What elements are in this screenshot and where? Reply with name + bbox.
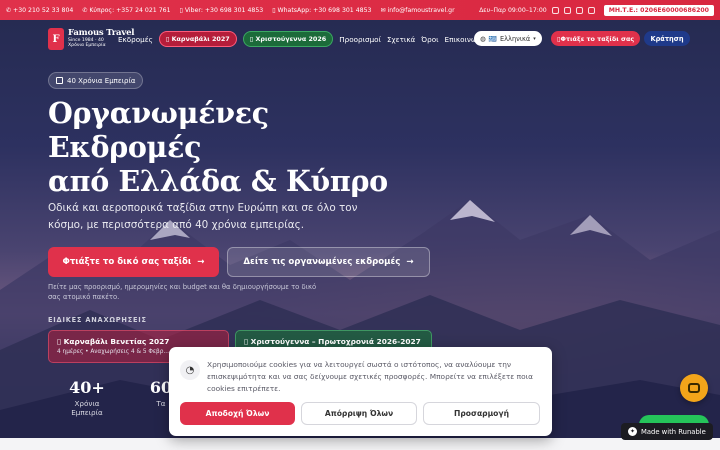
language-selector[interactable]: ◍ 🇬🇷 Ελληνικά ▾ (474, 31, 542, 46)
mail-icon: ✉ (380, 6, 386, 14)
tiktok-icon[interactable] (587, 6, 595, 14)
logo-mark: F (48, 28, 64, 50)
phone-icon: ✆ (6, 6, 12, 14)
reject-all-cookies-button[interactable]: Απόρριψη Όλων (301, 402, 417, 425)
chevron-down-icon: ▾ (533, 35, 536, 42)
globe-icon: ◍ (480, 34, 486, 43)
cookie-text: Χρησιμοποιούμε cookies για να λειτουργεί… (207, 360, 533, 393)
nav-destinations[interactable]: Προορισμοί (339, 35, 381, 44)
gemi-number: ΜΗ.Τ.Ε.: 0206Ε60000686200 (603, 4, 714, 16)
nav-excursions[interactable]: Εκδρομές (118, 35, 153, 44)
viber-contact[interactable]: ▯ Viber: +30 698 301 4853 (180, 7, 264, 14)
accept-all-cookies-button[interactable]: Αποδοχή Όλων (180, 402, 295, 425)
view-excursions-button[interactable]: Δείτε τις οργανωμένες εκδρομές → (227, 247, 430, 277)
greek-flag-icon: 🇬🇷 (488, 34, 497, 43)
shield-icon (56, 77, 63, 84)
whatsapp-icon: ▯ (272, 6, 276, 14)
design-trip-button[interactable]: ▯ Φτιάξε το ταξίδι σας (551, 31, 641, 46)
main-nav: Εκδρομές ▯ Καρναβάλι 2027 ▯ Χριστούγεννα… (118, 31, 488, 47)
chatbot-button[interactable] (680, 374, 708, 402)
cyprus-contact[interactable]: ✆ Κύπρος: +357 24 021 761 (82, 7, 170, 14)
language-label: Ελληνικά (499, 34, 531, 43)
phone-contact[interactable]: ✆ +30 210 52 33 804 (6, 7, 73, 14)
email-contact[interactable]: ✉ info@famoustravel.gr (380, 7, 454, 14)
nav-about[interactable]: Σχετικά (387, 35, 415, 44)
viber-icon: ▯ (179, 6, 183, 14)
office-hours: Δευ–Παρ 09:00–17:00 (479, 6, 547, 14)
cookie-icon: ◔ (180, 360, 200, 380)
made-with-runable-badge[interactable]: ✦ Made with Runable (621, 423, 713, 440)
page-section-strip (0, 438, 720, 450)
hero-subtitle: Οδικά και αεροπορικά ταξίδια στην Ευρώπη… (48, 202, 358, 231)
customize-cookies-button[interactable]: Προσαρμογή (423, 402, 540, 425)
experience-badge: 40 Χρόνια Εμπειρία (48, 72, 144, 89)
nav-carnival-2027[interactable]: ▯ Καρναβάλι 2027 (158, 31, 237, 47)
arrow-right-icon: → (197, 257, 205, 267)
bot-icon (688, 383, 700, 393)
youtube-icon[interactable] (575, 6, 583, 14)
phone-icon: ✆ (82, 6, 88, 14)
facebook-icon[interactable] (551, 6, 559, 14)
design-own-trip-button[interactable]: Φτιάξτε το δικό σας ταξίδι → (48, 247, 219, 277)
top-contact-bar: ✆ +30 210 52 33 804 ✆ Κύπρος: +357 24 021 … (0, 0, 720, 20)
booking-button[interactable]: Κράτηση (644, 31, 690, 46)
arrow-right-icon: → (406, 257, 414, 267)
runable-icon: ✦ (628, 427, 637, 436)
whatsapp-contact[interactable]: ▯ WhatsApp: +30 698 301 4853 (272, 7, 371, 14)
hero-title: Οργανωμένες Εκδρομές από Ελλάδα & Κύπρο (48, 96, 388, 198)
nav-christmas-2026[interactable]: ▯ Χριστούγεννα 2026 (242, 31, 334, 47)
instagram-icon[interactable] (563, 6, 571, 14)
special-departures-label: ΕΙΔΙΚΕΣ ΑΝΑΧΩΡΗΣΕΙΣ (48, 316, 147, 324)
cookie-banner: ◔ Χρησιμοποιούμε cookies για να λειτουργ… (169, 347, 552, 436)
nav-terms[interactable]: Όροι (421, 35, 438, 44)
stat-years: 40+ Χρόνια Εμπειρία (69, 378, 105, 417)
hero-note: Πείτε μας προορισμό, ημερομηνίες και bud… (48, 283, 317, 301)
